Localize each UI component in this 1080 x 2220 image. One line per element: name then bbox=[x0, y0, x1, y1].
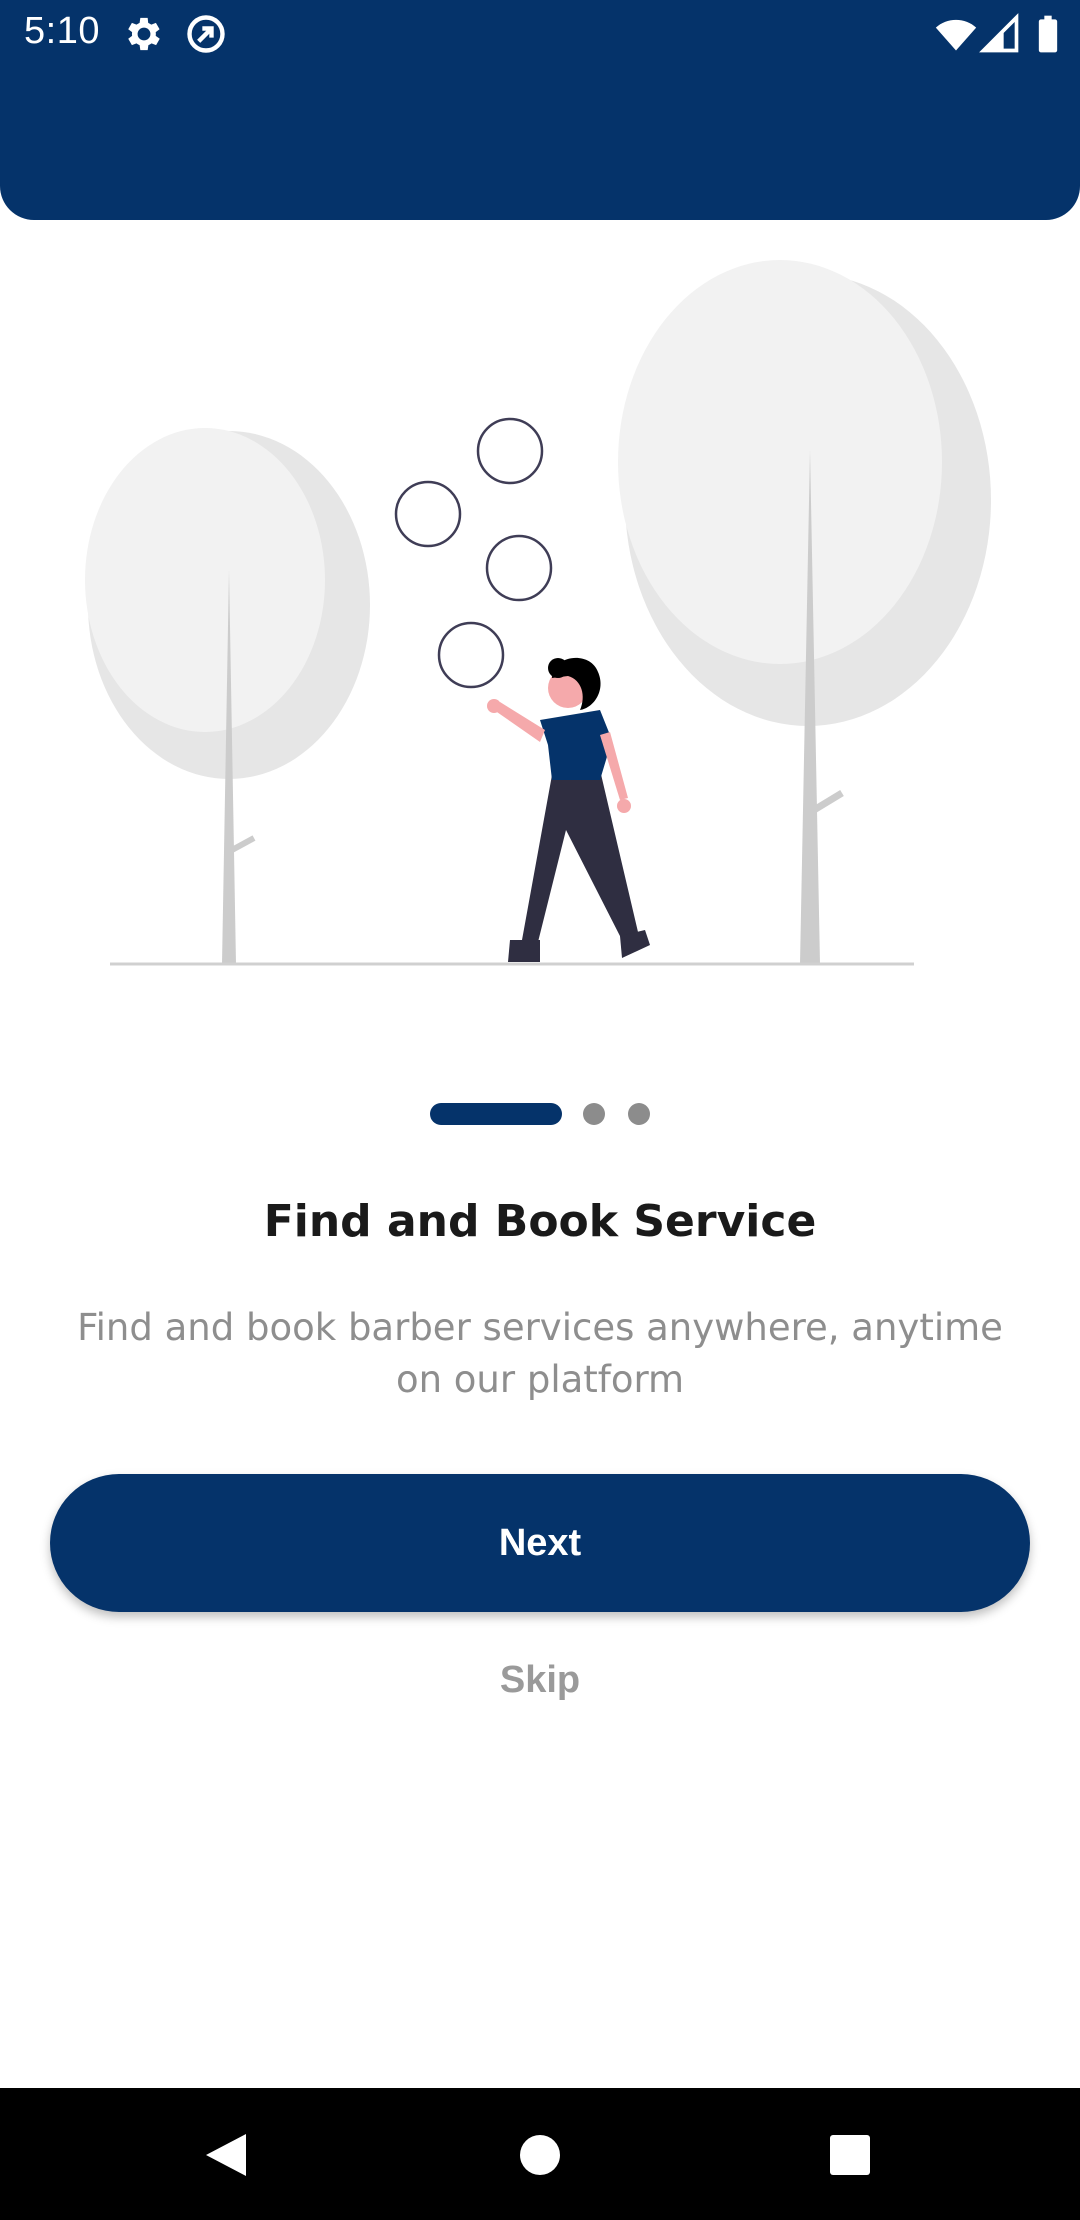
page-indicator bbox=[0, 1102, 1080, 1126]
onboarding-illustration bbox=[85, 260, 991, 966]
status-bar: 5:10 bbox=[0, 0, 1080, 66]
next-button[interactable]: Next bbox=[50, 1474, 1030, 1612]
right-tree bbox=[618, 260, 991, 964]
bubbles bbox=[394, 417, 553, 689]
status-time: 5:10 bbox=[24, 10, 100, 52]
cell-signal-icon bbox=[979, 13, 1019, 53]
back-triangle-icon[interactable] bbox=[182, 2110, 272, 2200]
settings-gear-icon bbox=[128, 17, 160, 51]
wifi-icon bbox=[935, 19, 977, 51]
page-indicator-dot bbox=[583, 1103, 605, 1125]
person-figure bbox=[487, 657, 650, 962]
recents-square-icon[interactable] bbox=[805, 2110, 895, 2200]
left-tree bbox=[85, 428, 370, 964]
onboarding-screen: 5:10 Find and Book Service Find and book… bbox=[0, 0, 1080, 2220]
page-indicator-active bbox=[430, 1103, 562, 1125]
system-navigation-bar bbox=[0, 2088, 1080, 2220]
onboarding-title: Find and Book Service bbox=[263, 1196, 817, 1247]
battery-icon bbox=[1038, 15, 1058, 53]
onboarding-description: Find and book barber services anywhere, … bbox=[77, 1306, 1003, 1401]
at-sign-icon bbox=[187, 15, 225, 53]
page-indicator-dot bbox=[628, 1103, 650, 1125]
home-circle-icon[interactable] bbox=[495, 2110, 585, 2200]
skip-button[interactable]: Skip bbox=[390, 1650, 690, 1710]
